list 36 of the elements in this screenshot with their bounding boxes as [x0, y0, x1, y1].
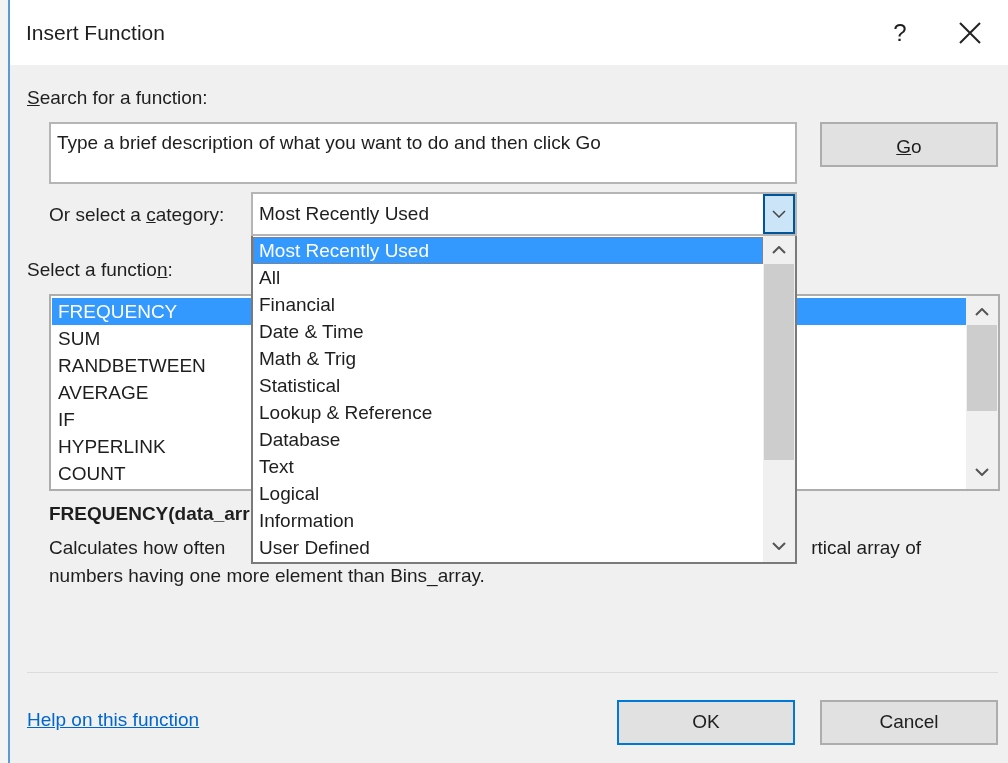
- scrollbar[interactable]: [966, 296, 998, 489]
- category-option[interactable]: User Defined: [253, 534, 763, 561]
- function-syntax: FREQUENCY(data_arr: [49, 502, 250, 526]
- search-label: Search for a function:: [27, 86, 208, 110]
- description-text: rtical array of: [811, 536, 921, 560]
- category-option[interactable]: Date & Time: [253, 318, 763, 345]
- category-label: Or select a category:: [49, 203, 225, 227]
- chevron-up-icon[interactable]: [772, 246, 786, 254]
- window-title: Insert Function: [26, 19, 165, 46]
- category-option[interactable]: All: [253, 264, 763, 291]
- help-link[interactable]: Help on this function: [27, 706, 200, 735]
- help-button[interactable]: ?: [880, 12, 920, 53]
- category-option[interactable]: Math & Trig: [253, 345, 763, 372]
- category-option[interactable]: Information: [253, 507, 763, 534]
- scrollbar-thumb[interactable]: [967, 325, 997, 411]
- close-icon: [959, 21, 981, 44]
- function-label: Select a function:: [27, 258, 173, 282]
- category-option[interactable]: Statistical: [253, 372, 763, 399]
- scrollbar[interactable]: [763, 236, 795, 562]
- category-option[interactable]: Logical: [253, 480, 763, 507]
- chevron-down-icon[interactable]: [975, 468, 989, 476]
- cancel-button[interactable]: Cancel: [820, 700, 998, 745]
- category-dropdown[interactable]: Most Recently Used: [251, 192, 797, 236]
- scrollbar-thumb[interactable]: [764, 264, 794, 460]
- description-text: Calculates how often: [49, 536, 226, 560]
- ok-button[interactable]: OK: [617, 700, 795, 745]
- search-field[interactable]: Type a brief description of what you want to do and then click Go: [49, 122, 797, 184]
- category-option[interactable]: Lookup & Reference: [253, 399, 763, 426]
- chevron-down-icon: [763, 194, 795, 234]
- category-option[interactable]: Text: [253, 453, 763, 480]
- category-option[interactable]: Database: [253, 426, 763, 453]
- category-option[interactable]: Financial: [253, 291, 763, 318]
- description-text: numbers having one more element than Bins_array.: [49, 564, 485, 589]
- go-button[interactable]: Go: [820, 122, 998, 167]
- chevron-up-icon[interactable]: [975, 308, 989, 316]
- chevron-down-icon[interactable]: [772, 542, 786, 550]
